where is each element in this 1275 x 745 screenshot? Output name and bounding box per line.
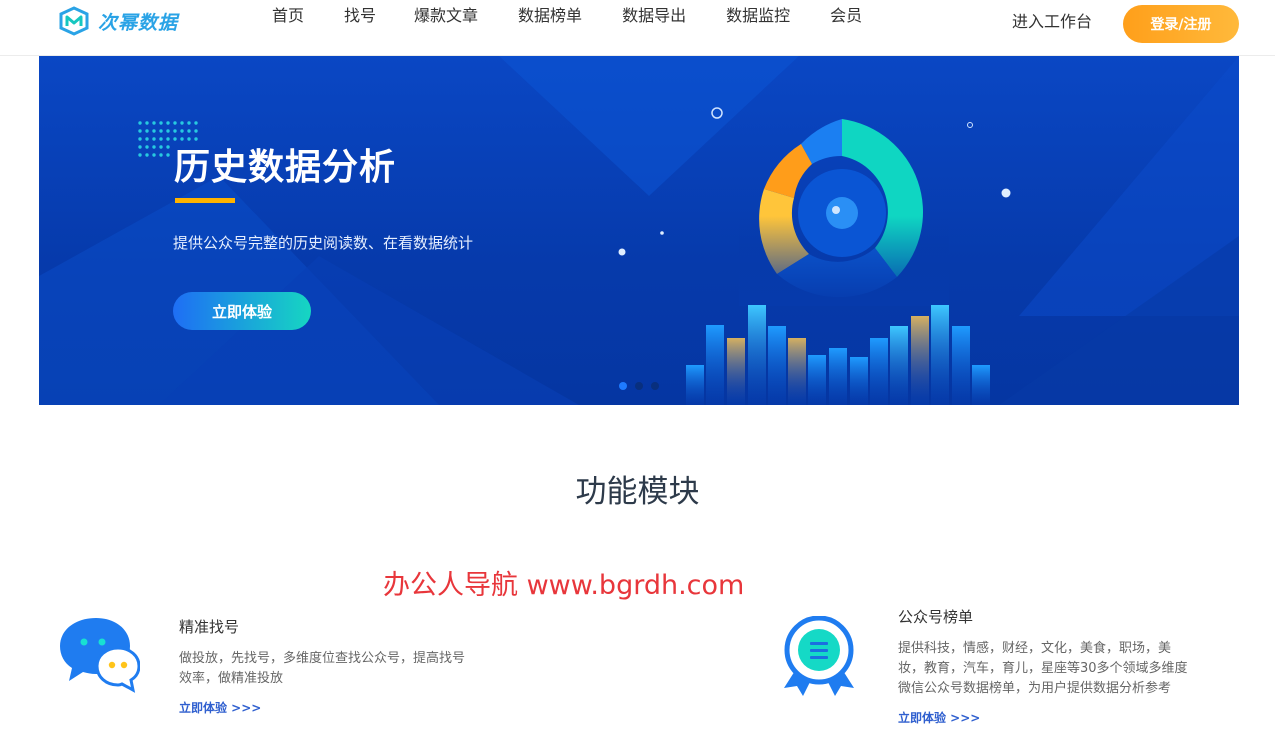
feature-icon-wrap-2 [778, 615, 860, 702]
try-now-button[interactable]: 立即体验 [173, 292, 311, 330]
top-header: 次幂数据 首页 找号 爆款文章 数据榜单 数据导出 数据监控 会员 进入工作台 … [0, 0, 1275, 56]
card-try-link[interactable]: 立即体验 >>> [179, 699, 465, 716]
feature-card-rankings: 公众号榜单 提供科技，情感，财经，文化，美食，职场，美 妆，教育，汽车，育儿，星… [898, 606, 1188, 726]
logo[interactable]: 次幂数据 [58, 4, 178, 38]
feature-card-find-account: 精准找号 做投放，先找号，多维度位查找公众号，提高找号 效率，做精准投放 立即体… [179, 616, 465, 716]
banner-illustration [39, 56, 1239, 405]
nav-home[interactable]: 首页 [272, 4, 304, 28]
card-title: 精准找号 [179, 618, 240, 636]
title-underline [175, 198, 235, 203]
card-title: 公众号榜单 [898, 608, 974, 626]
award-badge-icon [784, 615, 854, 696]
card-description: 做投放，先找号，多维度位查找公众号，提高找号 效率，做精准投放 [179, 649, 465, 689]
nav-rankings[interactable]: 数据榜单 [518, 4, 582, 28]
section-title: 功能模块 [575, 474, 700, 510]
main-nav: 首页 找号 爆款文章 数据榜单 数据导出 数据监控 会员 [272, 4, 902, 28]
nav-hot-articles[interactable]: 爆款文章 [414, 4, 478, 28]
logo-text: 次幂数据 [98, 11, 179, 34]
carousel-dots [619, 382, 667, 390]
hero-banner[interactable]: 历史数据分析 提供公众号完整的历史阅读数、在看数据统计 立即体验 [39, 56, 1239, 405]
nav-membership[interactable]: 会员 [830, 4, 862, 28]
card-desc-line-2: 妆，教育，汽车，育儿，星座等30多个领域多维度 [898, 661, 1188, 676]
login-register-button[interactable]: 登录/注册 [1123, 5, 1239, 43]
nav-data-monitor[interactable]: 数据监控 [726, 4, 790, 28]
card-description: 提供科技，情感，财经，文化，美食，职场，美 妆，教育，汽车，育儿，星座等30多个… [898, 639, 1188, 699]
nav-find-account[interactable]: 找号 [344, 4, 376, 28]
carousel-dot-3[interactable] [651, 382, 659, 390]
carousel-dot-2[interactable] [635, 382, 643, 390]
logo-icon [59, 6, 89, 36]
feature-icon-wrap [58, 615, 141, 701]
card-desc-line-3: 微信公众号数据榜单，为用户提供数据分析参考 [898, 681, 1172, 696]
banner-subtitle: 提供公众号完整的历史阅读数、在看数据统计 [173, 234, 474, 252]
chat-bubbles-icon [60, 618, 141, 693]
carousel-dot-1[interactable] [619, 382, 627, 390]
workbench-link[interactable]: 进入工作台 [1012, 10, 1092, 34]
banner-title: 历史数据分析 [174, 147, 397, 188]
nav-data-export[interactable]: 数据导出 [622, 4, 686, 28]
card-desc-line-1: 做投放，先找号，多维度位查找公众号，提高找号 [179, 651, 466, 666]
card-try-link[interactable]: 立即体验 >>> [898, 709, 1188, 726]
card-desc-line-1: 提供科技，情感，财经，文化，美食，职场，美 [898, 641, 1172, 656]
watermark-text: 办公人导航 www.bgrdh.com [383, 570, 745, 601]
card-desc-line-2: 效率，做精准投放 [179, 671, 284, 686]
